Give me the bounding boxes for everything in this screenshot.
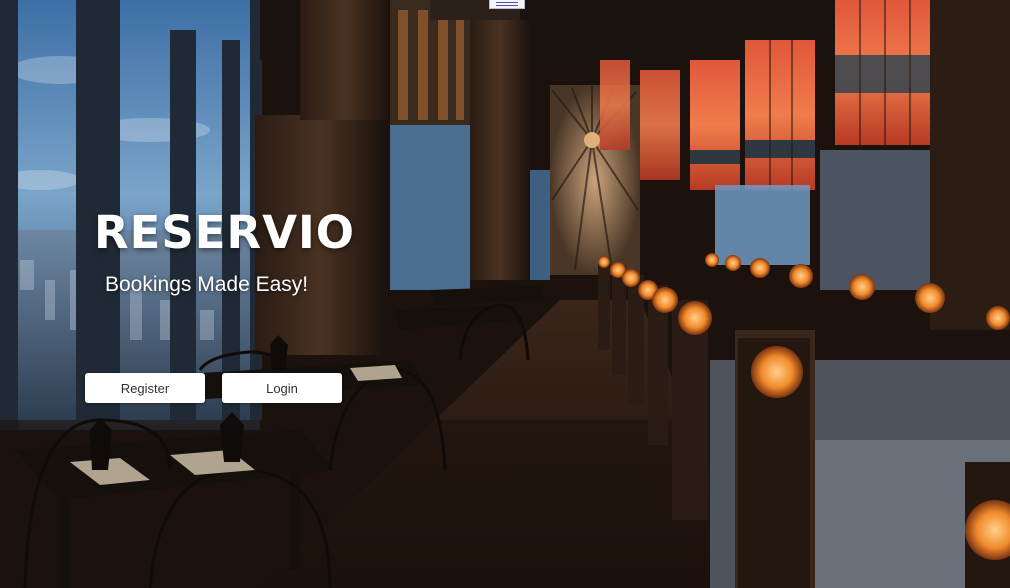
register-button[interactable]: Register: [85, 373, 205, 403]
brand-tagline: Bookings Made Easy!: [105, 273, 309, 296]
brand-title: RESERVIO: [94, 206, 356, 259]
login-button[interactable]: Login: [222, 373, 342, 403]
nav-menu-toggle[interactable]: [489, 0, 525, 9]
hamburger-menu-icon: [496, 2, 518, 3]
hamburger-menu-icon-line: [496, 5, 518, 6]
